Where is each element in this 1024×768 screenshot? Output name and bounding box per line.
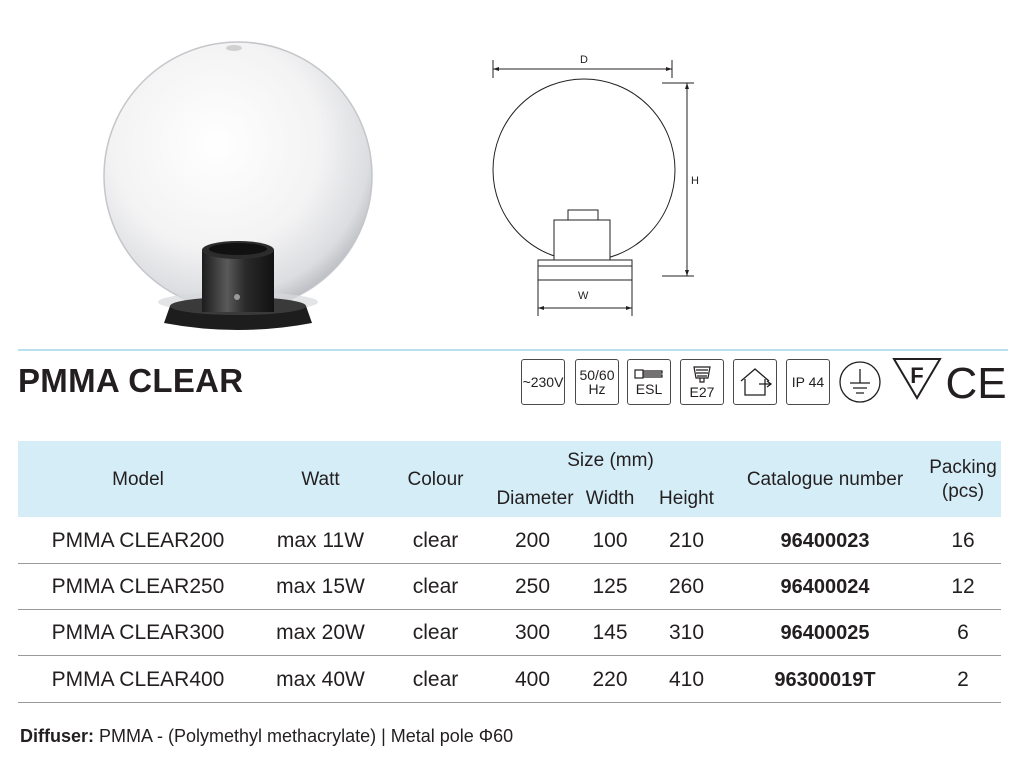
- cell-watt: max 40W: [276, 668, 365, 691]
- cell-watt: max 11W: [276, 529, 365, 552]
- cell-width: 100: [592, 529, 628, 552]
- row-divider: [18, 563, 1001, 564]
- esl-lamp-icon: [634, 369, 663, 379]
- socket-label: E27: [689, 383, 715, 400]
- frequency-label-1: 50/60: [579, 367, 615, 383]
- cell-packing: 6: [957, 621, 969, 644]
- header-colour: Colour: [407, 469, 464, 490]
- header-height: Height: [659, 488, 714, 509]
- cell-watt: max 15W: [276, 575, 365, 598]
- ip-rating-icon: IP 44: [786, 359, 830, 405]
- cell-model: PMMA CLEAR200: [51, 529, 225, 552]
- dimension-d-label: D: [580, 54, 588, 66]
- diffuser-text: PMMA - (Polymethyl methacrylate) | Metal…: [94, 726, 514, 746]
- cell-catalogue: 96400023: [780, 530, 870, 552]
- frequency-label-2: Hz: [588, 381, 606, 397]
- ce-mark-label: CE: [946, 359, 1006, 405]
- diffuser-label: Diffuser:: [20, 726, 95, 746]
- voltage-label: ~230V: [522, 374, 564, 390]
- ip-rating-label: IP 44: [791, 374, 825, 390]
- header-width: Width: [585, 488, 635, 509]
- socket-icon: E27: [680, 359, 724, 405]
- earth-icon: [838, 357, 882, 405]
- house-icon: [740, 368, 773, 396]
- diffuser-note: Diffuser: PMMA - (Polymethyl methacrylat…: [20, 726, 513, 747]
- cell-packing: 2: [957, 668, 969, 691]
- product-photo: [103, 41, 373, 330]
- title-rule: [18, 349, 1008, 351]
- cell-colour: clear: [412, 668, 459, 691]
- table-header: Model Watt Colour Size (mm) Diameter Wid…: [18, 441, 1001, 517]
- product-title: PMMA CLEAR: [18, 362, 244, 399]
- technical-drawing: D H W: [482, 48, 704, 318]
- cell-colour: clear: [412, 621, 459, 644]
- cell-width: 220: [592, 668, 628, 691]
- cell-catalogue: 96300019T: [774, 669, 876, 691]
- cell-height: 410: [668, 668, 705, 691]
- header-watt: Watt: [301, 469, 340, 490]
- indoor-outdoor-icon: [733, 359, 777, 405]
- dimension-h-label: H: [691, 175, 699, 187]
- voltage-icon: ~230V: [521, 359, 565, 405]
- frequency-icon: 50/60 Hz: [575, 359, 619, 405]
- cell-width: 125: [592, 575, 628, 598]
- cell-height: 310: [668, 621, 705, 644]
- dimension-w-label: W: [578, 290, 589, 302]
- cell-model: PMMA CLEAR250: [51, 575, 225, 598]
- cell-packing: 12: [951, 575, 975, 598]
- cell-model: PMMA CLEAR300: [51, 621, 225, 644]
- table-row: PMMA CLEAR250 max 15W clear 250 125 260 …: [18, 565, 1001, 611]
- header-packing: Packing: [929, 457, 997, 478]
- cell-packing: 16: [951, 529, 975, 552]
- row-divider: [18, 655, 1001, 656]
- row-divider: [18, 609, 1001, 610]
- cell-diameter: 250: [514, 575, 551, 598]
- bulb-socket-icon: [693, 365, 711, 383]
- header-size: Size (mm): [567, 450, 654, 471]
- cell-height: 210: [668, 529, 705, 552]
- table-row: PMMA CLEAR300 max 20W clear 300 145 310 …: [18, 611, 1001, 657]
- header-diameter: Diameter: [496, 488, 574, 509]
- cell-diameter: 200: [514, 529, 551, 552]
- row-divider: [18, 702, 1001, 703]
- f-mark-icon: F: [892, 356, 942, 402]
- cell-width: 145: [592, 621, 628, 644]
- header-model: Model: [112, 469, 164, 490]
- cell-colour: clear: [412, 529, 459, 552]
- cell-diameter: 400: [514, 668, 551, 691]
- esl-icon: ESL: [627, 359, 671, 405]
- ce-mark-icon: CE: [945, 357, 1006, 408]
- f-mark-label: F: [910, 363, 923, 388]
- cell-catalogue: 96400025: [780, 622, 870, 644]
- header-catalogue: Catalogue number: [746, 469, 904, 490]
- cell-model: PMMA CLEAR400: [51, 668, 225, 691]
- cell-catalogue: 96400024: [780, 576, 870, 598]
- cell-height: 260: [668, 575, 705, 598]
- cell-colour: clear: [412, 575, 459, 598]
- table-row: PMMA CLEAR400 max 40W clear 400 220 410 …: [18, 658, 1001, 704]
- header-packing-unit: (pcs): [941, 481, 985, 502]
- table-row: PMMA CLEAR200 max 11W clear 200 100 210 …: [18, 519, 1001, 565]
- esl-label: ESL: [635, 381, 663, 397]
- cell-diameter: 300: [514, 621, 551, 644]
- cell-watt: max 20W: [276, 621, 365, 644]
